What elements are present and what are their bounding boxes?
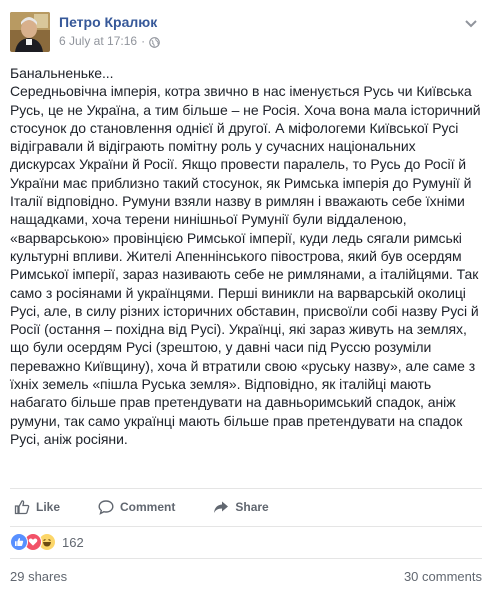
avatar[interactable] [10,12,50,52]
like-icon [10,533,28,551]
post-timestamp-row: 6 July at 17:16 · [59,33,160,49]
comment-icon [98,500,114,515]
post-text: Банальненьке... Середньовічна імперія, к… [10,65,481,447]
action-bar: Like Comment Share [10,488,482,525]
reaction-icons [10,533,56,551]
chevron-down-icon[interactable] [464,16,478,28]
share-button[interactable]: Share [213,499,269,515]
post-timestamp[interactable]: 6 July at 17:16 [59,33,137,49]
facebook-post: Петро Кралюк 6 July at 17:16 · Банальнен… [0,0,492,593]
comment-button[interactable]: Comment [98,499,175,515]
comment-label: Comment [120,500,176,514]
share-arrow-icon [214,501,229,513]
post-meta: Петро Кралюк 6 July at 17:16 · [59,13,160,49]
shares-count[interactable]: 29 shares [10,569,67,584]
separator: · [141,34,146,48]
post-stats: 29 shares 30 comments [10,558,482,594]
reactions-row[interactable]: 162 [10,526,482,557]
globe-icon [149,36,160,48]
like-button[interactable]: Like [14,499,60,515]
thumbs-up-icon [14,500,30,515]
reaction-count[interactable]: 162 [62,535,84,550]
share-label: Share [235,500,269,514]
post-header: Петро Кралюк 6 July at 17:16 · [10,12,160,52]
author-name[interactable]: Петро Кралюк [59,13,160,31]
like-label: Like [36,500,61,514]
comments-count[interactable]: 30 comments [404,569,482,584]
